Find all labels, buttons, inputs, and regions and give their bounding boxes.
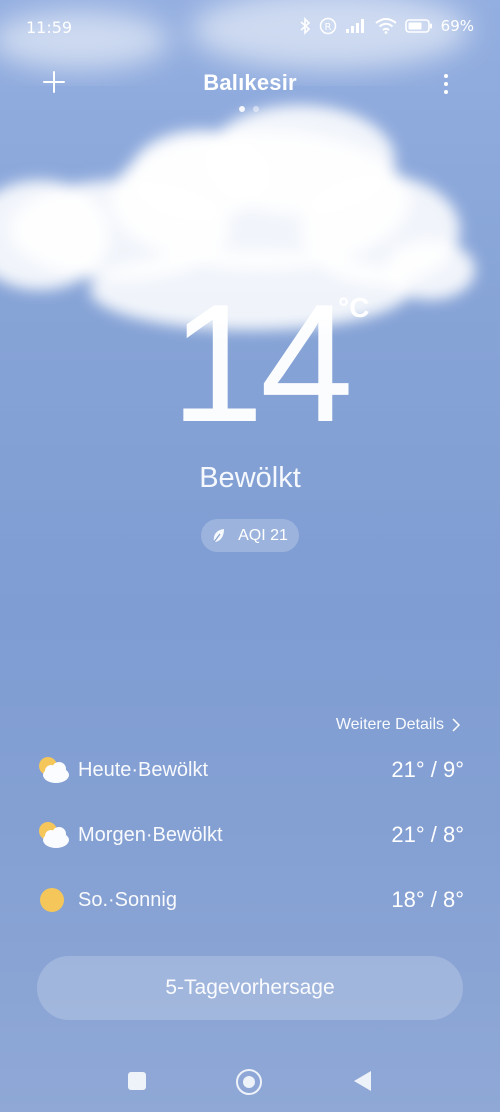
aqi-badge[interactable]: AQI 21 xyxy=(201,519,299,552)
page-dot xyxy=(253,106,259,112)
forecast-row-today[interactable]: Heute·Bewölkt 21° / 9° xyxy=(36,750,464,790)
forecast-row-tomorrow[interactable]: Morgen·Bewölkt 21° / 8° xyxy=(36,815,464,855)
svg-text:R: R xyxy=(324,22,331,33)
forecast-range: 21° / 9° xyxy=(391,757,464,782)
forecast-label: Morgen·Bewölkt xyxy=(78,823,223,846)
battery-icon xyxy=(404,19,432,33)
home-icon[interactable] xyxy=(236,1069,262,1095)
city-title: Balıkesir xyxy=(203,70,297,95)
forecast-range: 21° / 8° xyxy=(391,822,464,847)
page-indicator xyxy=(239,106,259,112)
current-temperature: 14 xyxy=(170,269,354,457)
bluetooth-icon xyxy=(300,17,310,35)
temperature-unit: °C xyxy=(338,292,370,323)
registered-icon: R xyxy=(319,17,336,35)
navigation-bar xyxy=(0,1060,500,1104)
back-icon[interactable] xyxy=(354,1071,371,1091)
more-details-label: Weitere Details xyxy=(335,716,444,733)
partly-cloudy-icon xyxy=(39,822,69,848)
aqi-label: AQI 21 xyxy=(238,526,288,544)
wifi-icon xyxy=(375,18,397,34)
forecast-row-sunday[interactable]: So.·Sonnig 18° / 8° xyxy=(36,880,464,920)
current-condition: Bewölkt xyxy=(199,462,301,494)
recent-apps-icon[interactable] xyxy=(128,1072,146,1090)
sun-icon xyxy=(40,888,64,912)
forecast-range: 18° / 8° xyxy=(391,887,464,912)
forecast-label: So.·Sonnig xyxy=(78,888,177,911)
more-details-link[interactable]: Weitere Details xyxy=(336,716,460,734)
page-dot-active xyxy=(239,106,245,112)
forecast-label: Heute·Bewölkt xyxy=(78,758,209,781)
status-icons: R 69% xyxy=(299,17,474,35)
partly-cloudy-icon xyxy=(39,757,69,783)
signal-icon xyxy=(345,19,364,33)
leaf-icon xyxy=(213,528,225,542)
battery-percent: 69% xyxy=(440,17,474,35)
status-bar: 11:59 R 69% xyxy=(0,0,500,58)
five-day-forecast-button[interactable]: 5-Tagevorhersage xyxy=(37,956,463,1020)
status-time: 11:59 xyxy=(26,18,73,37)
chevron-right-icon xyxy=(452,718,460,732)
more-options-icon[interactable] xyxy=(438,70,454,98)
